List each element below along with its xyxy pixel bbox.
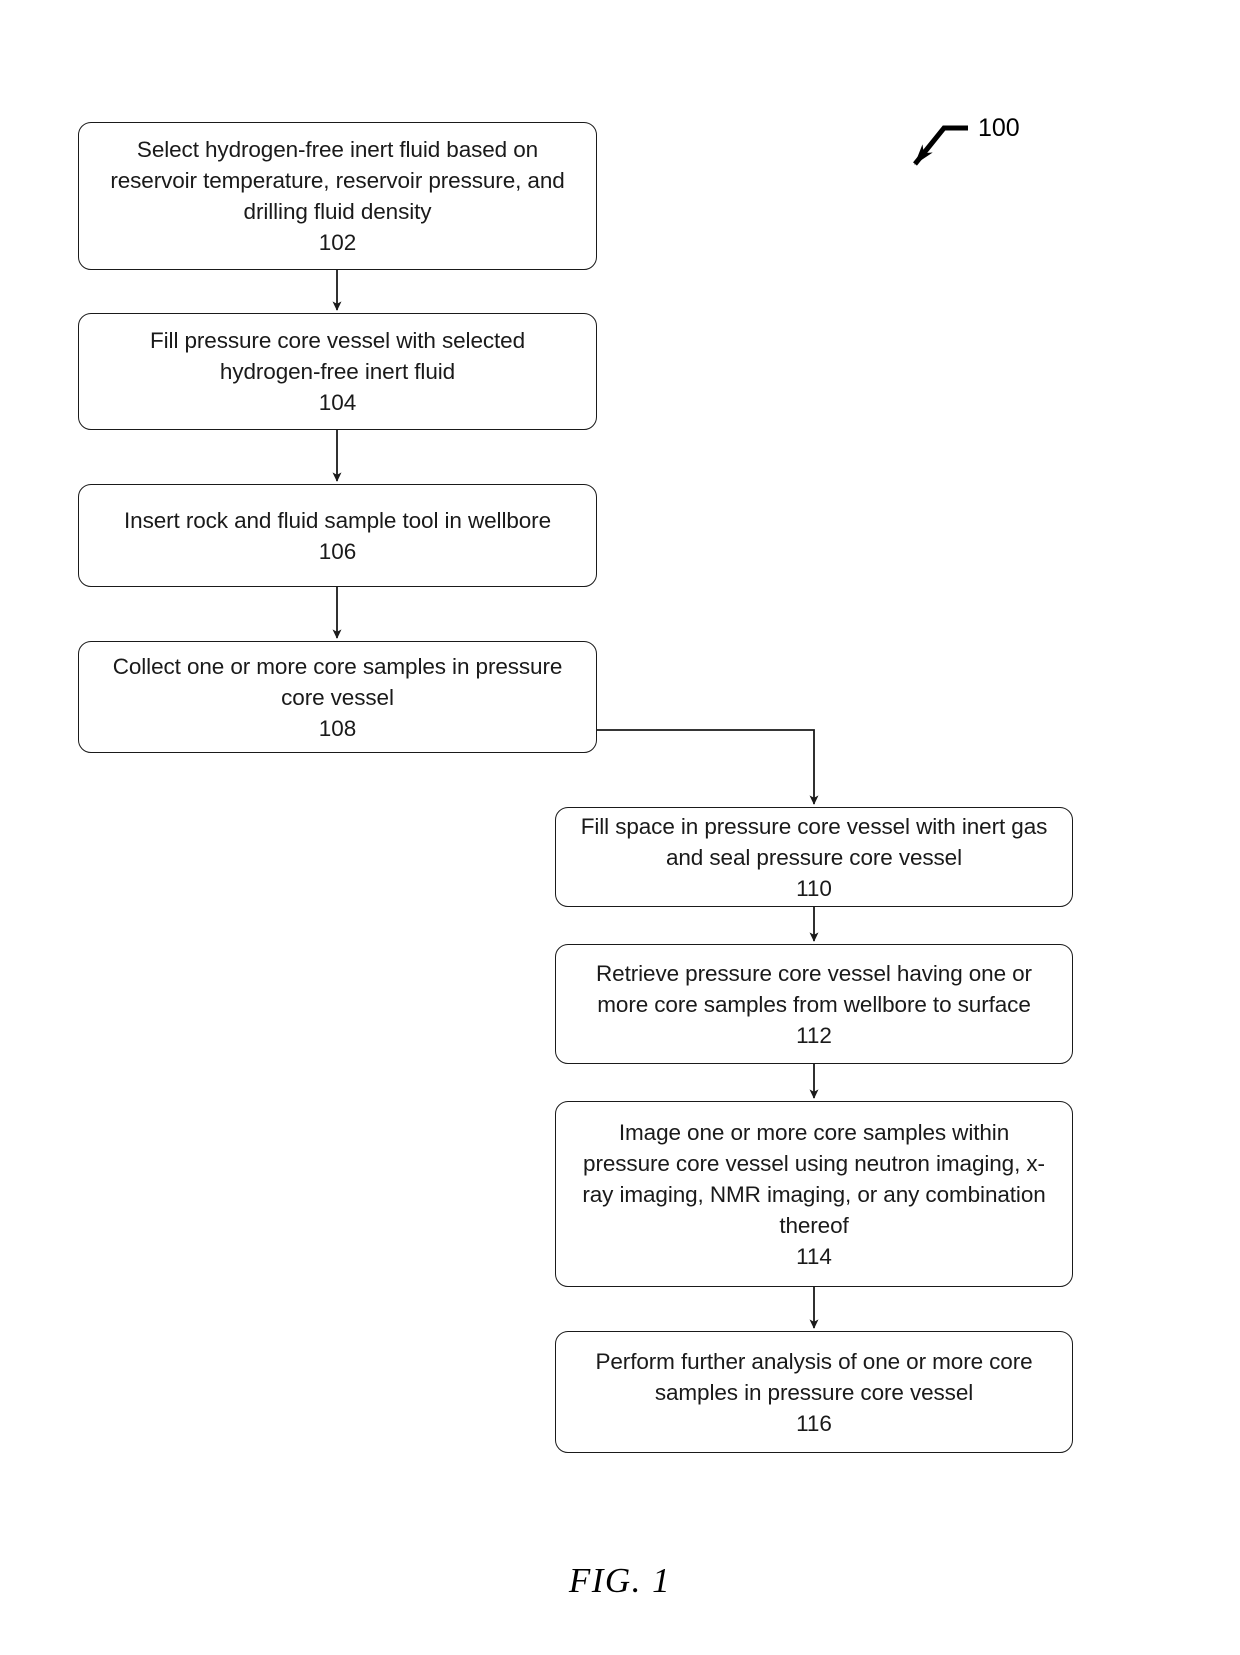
flow-step-112-ref: 112 [796,1022,832,1048]
flow-step-114: Image one or more core samples within pr… [555,1101,1073,1287]
flow-step-116-ref: 116 [796,1410,832,1436]
flow-step-110: Fill space in pressure core vessel with … [555,807,1073,907]
reference-100-leader-arrow [913,125,968,166]
reference-numeral-100: 100 [978,114,1020,142]
flow-step-112: Retrieve pressure core vessel having one… [555,944,1073,1064]
flow-step-116: Perform further analysis of one or more … [555,1331,1073,1453]
flow-step-108-ref: 108 [318,715,357,741]
flow-step-106: Insert rock and fluid sample tool in wel… [78,484,597,587]
flow-step-114-ref: 114 [796,1243,832,1269]
flow-step-104: Fill pressure core vessel with selected … [78,313,597,430]
flow-step-102: Select hydrogen-free inert fluid based o… [78,122,597,270]
flow-step-106-text: Insert rock and fluid sample tool in wel… [124,507,551,533]
flow-step-108: Collect one or more core samples in pres… [78,641,597,753]
connector-108-to-110 [597,729,819,805]
flow-step-104-ref: 104 [318,390,357,415]
flow-step-116-text: Perform further analysis of one or more … [595,1348,1033,1405]
flow-step-104-text: Fill pressure core vessel with selected … [150,328,525,384]
figure-1-flowchart: Select hydrogen-free inert fluid based o… [0,0,1240,1655]
flow-step-110-ref: 110 [796,875,832,901]
flow-step-106-ref: 106 [318,538,357,564]
flow-step-102-text: Select hydrogen-free inert fluid based o… [110,137,565,224]
flow-step-112-text: Retrieve pressure core vessel having one… [596,960,1032,1017]
flow-step-114-text: Image one or more core samples within pr… [582,1119,1046,1238]
flow-step-110-text: Fill space in pressure core vessel with … [580,813,1048,870]
flow-step-102-ref: 102 [318,230,357,255]
flow-step-108-text: Collect one or more core samples in pres… [112,653,563,710]
figure-caption: FIG. 1 [568,1561,672,1600]
